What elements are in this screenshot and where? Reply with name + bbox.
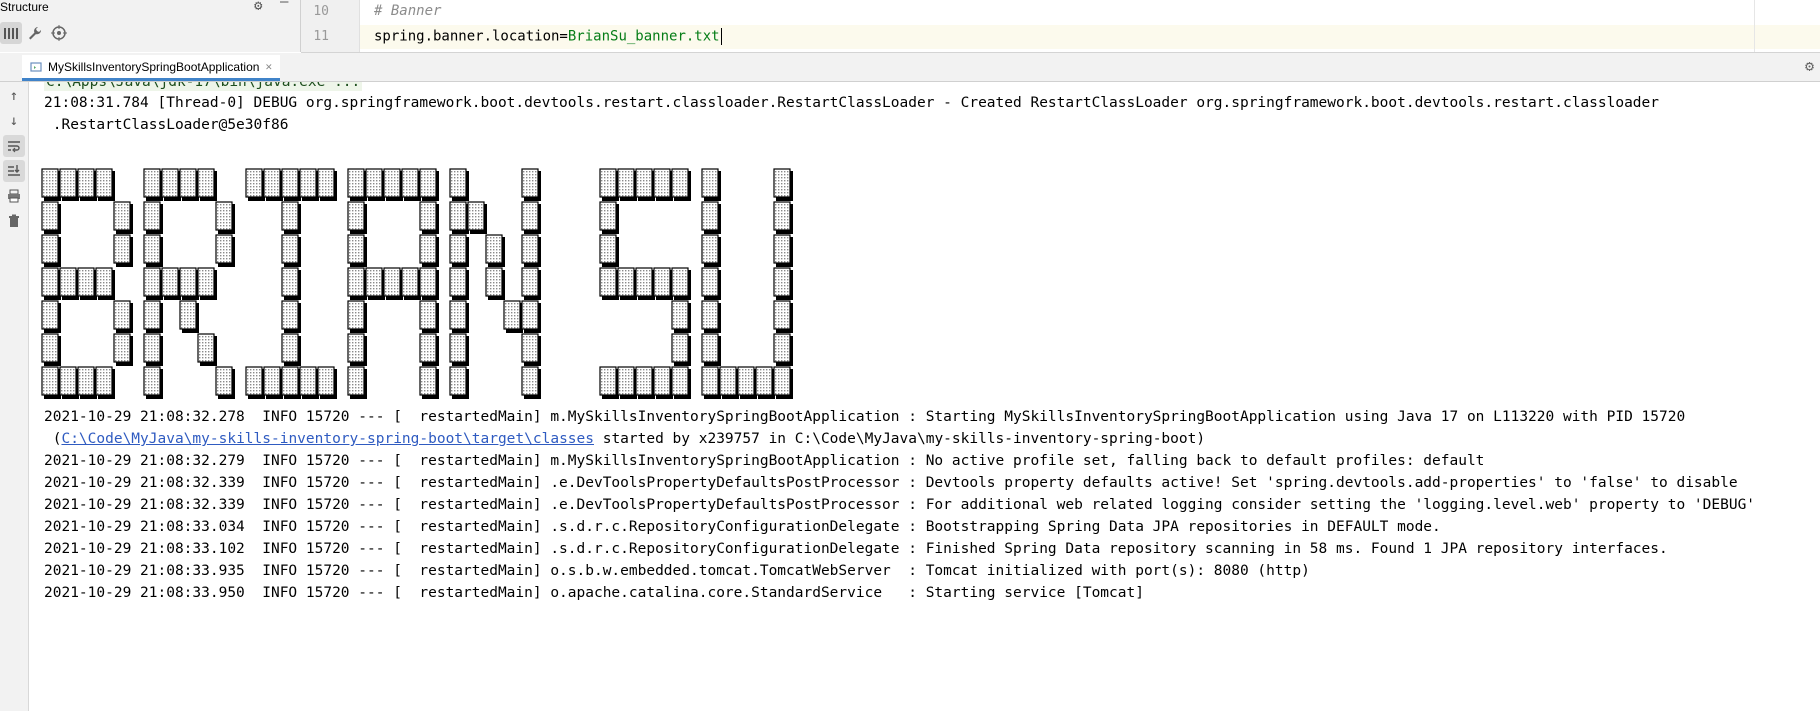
- console-line: C:\Apps\Java\jdk-17\bin\java.exe ...: [44, 82, 363, 91]
- line-number: 10: [313, 4, 329, 19]
- banner-letter: [41, 168, 133, 399]
- banner-letter: [347, 168, 439, 399]
- target-icon[interactable]: [48, 22, 70, 44]
- banner-letter: [143, 168, 235, 399]
- banner-letter: [449, 168, 541, 399]
- sort-icon[interactable]: [0, 22, 22, 44]
- console-line: 2021-10-29 21:08:33.935 INFO 15720 --- […: [44, 563, 1310, 579]
- up-arrow-icon[interactable]: ↑: [3, 85, 25, 107]
- console-line: 2021-10-29 21:08:32.339 INFO 15720 --- […: [44, 497, 1756, 513]
- run-tab-bar: MySkillsInventorySpringBootApplication ✕…: [0, 53, 1820, 82]
- console-line: 2021-10-29 21:08:32.339 INFO 15720 --- […: [44, 475, 1738, 491]
- banner-letter: [701, 168, 793, 399]
- property-value: BrianSu_banner.txt: [567, 28, 720, 45]
- application-icon: [30, 61, 42, 72]
- console-line: 2021-10-29 21:08:32.279 INFO 15720 --- […: [44, 453, 1485, 469]
- text-caret: [720, 28, 722, 45]
- banner-letter: [599, 168, 691, 399]
- code-editor[interactable]: 10 11 # Banner spring.banner.location=Br…: [301, 0, 1820, 53]
- trash-icon[interactable]: [3, 210, 25, 232]
- gear-icon[interactable]: ⚙: [254, 0, 262, 14]
- line-number: 11: [313, 29, 329, 44]
- gear-icon[interactable]: ⚙: [1805, 57, 1814, 75]
- console-line: .RestartClassLoader@5e30f86: [44, 117, 289, 133]
- run-tab-label: MySkillsInventorySpringBootApplication: [48, 59, 260, 74]
- structure-panel: Structure ⚙ —: [0, 0, 301, 52]
- print-icon[interactable]: [3, 185, 25, 207]
- run-tab[interactable]: MySkillsInventorySpringBootApplication ✕: [22, 55, 281, 81]
- code-line-property[interactable]: spring.banner.location=BrianSu_banner.tx…: [374, 28, 722, 45]
- minimize-icon[interactable]: —: [280, 0, 288, 10]
- console-line: 2021-10-29 21:08:33.950 INFO 15720 --- […: [44, 585, 1144, 601]
- console-side-toolbar: ↑ ↓: [0, 82, 29, 711]
- scroll-to-end-icon[interactable]: [3, 160, 25, 182]
- line-number-gutter: 10 11: [301, 0, 360, 52]
- right-margin-guide: [1754, 0, 1755, 52]
- console-line: 21:08:31.784 [Thread-0] DEBUG org.spring…: [44, 95, 1660, 111]
- close-icon[interactable]: ✕: [265, 60, 272, 73]
- command-line[interactable]: C:\Apps\Java\jdk-17\bin\java.exe ...: [44, 82, 363, 91]
- down-arrow-icon[interactable]: ↓: [3, 110, 25, 132]
- code-line-comment[interactable]: # Banner: [374, 3, 441, 19]
- banner-letter: [245, 168, 337, 399]
- ascii-art-banner: [41, 168, 793, 399]
- structure-panel-title: Structure: [0, 0, 49, 14]
- soft-wrap-icon[interactable]: [3, 135, 25, 157]
- wrench-icon[interactable]: [24, 22, 46, 44]
- console-line: 2021-10-29 21:08:33.034 INFO 15720 --- […: [44, 519, 1441, 535]
- property-key: spring.banner.location=: [374, 28, 568, 45]
- structure-toolbar: [0, 20, 70, 46]
- console-line: 2021-10-29 21:08:33.102 INFO 15720 --- […: [44, 541, 1668, 557]
